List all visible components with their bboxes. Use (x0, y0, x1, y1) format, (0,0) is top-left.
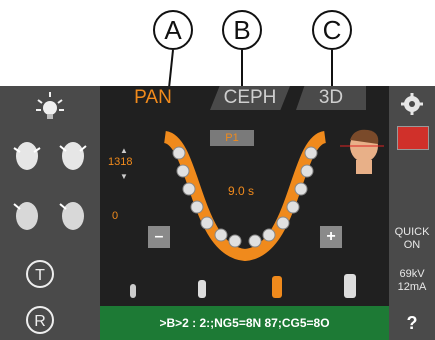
patient-child-small-icon[interactable] (130, 284, 136, 298)
svg-text:T: T (35, 267, 45, 284)
patient-large-adult-icon[interactable] (344, 274, 356, 298)
patient-head-tilt-icon[interactable] (56, 198, 90, 234)
tab-3d[interactable]: 3D (296, 86, 366, 110)
r-return-icon[interactable]: R (24, 304, 56, 336)
dental-chart-icon[interactable] (397, 126, 429, 150)
left-panel: T R (0, 86, 100, 340)
kv-value: 69kV (399, 268, 425, 280)
gear-icon[interactable] (400, 92, 424, 116)
zero-value: 0 (112, 210, 119, 222)
ma-value: 12mA (397, 281, 427, 293)
callout-b: B (222, 10, 262, 50)
patient-head-back-icon[interactable] (10, 198, 44, 234)
tab-pan[interactable]: PAN (122, 86, 184, 110)
height-down-icon[interactable]: ▼ (120, 172, 128, 181)
right-panel: QUICK ON 69kV 12mA ? (389, 86, 435, 340)
patient-child-icon[interactable] (198, 280, 206, 298)
callout-a: A (153, 10, 193, 50)
center-panel: PAN CEPH 3D P1 ▲ 1318 ▼ 0 9.0 s – + (100, 86, 389, 340)
light-icon[interactable] (32, 88, 68, 124)
patient-profile-icon (340, 129, 384, 174)
height-up-icon[interactable]: ▲ (120, 146, 128, 155)
patient-adult-icon[interactable] (272, 276, 282, 298)
height-value: 1318 (108, 156, 133, 168)
exposure-values: 69kV 12mA (389, 268, 435, 294)
tab-ceph[interactable]: CEPH (210, 86, 290, 110)
exposure-time: 9.0 s (228, 184, 255, 198)
patient-size-row (100, 272, 389, 306)
quick-on-button[interactable]: QUICK ON (389, 226, 435, 252)
svg-text:R: R (34, 313, 46, 330)
quick-label: QUICK (394, 226, 430, 238)
callout-c: C (312, 10, 352, 50)
t-rotate-icon[interactable]: T (24, 258, 56, 290)
on-label: ON (403, 239, 421, 251)
help-button[interactable]: ? (389, 308, 435, 338)
plus-button[interactable]: + (320, 226, 342, 248)
minus-button[interactable]: – (148, 226, 170, 248)
patient-head-front-icon[interactable] (10, 138, 44, 174)
status-bar: >B>2 : 2:;NG5=8N 87;CG5=8O (100, 306, 389, 340)
device-screen: T R PAN CEPH 3D P1 ▲ 1318 ▼ 0 9.0 s – + … (0, 86, 435, 340)
patient-head-side-icon[interactable] (56, 138, 90, 174)
